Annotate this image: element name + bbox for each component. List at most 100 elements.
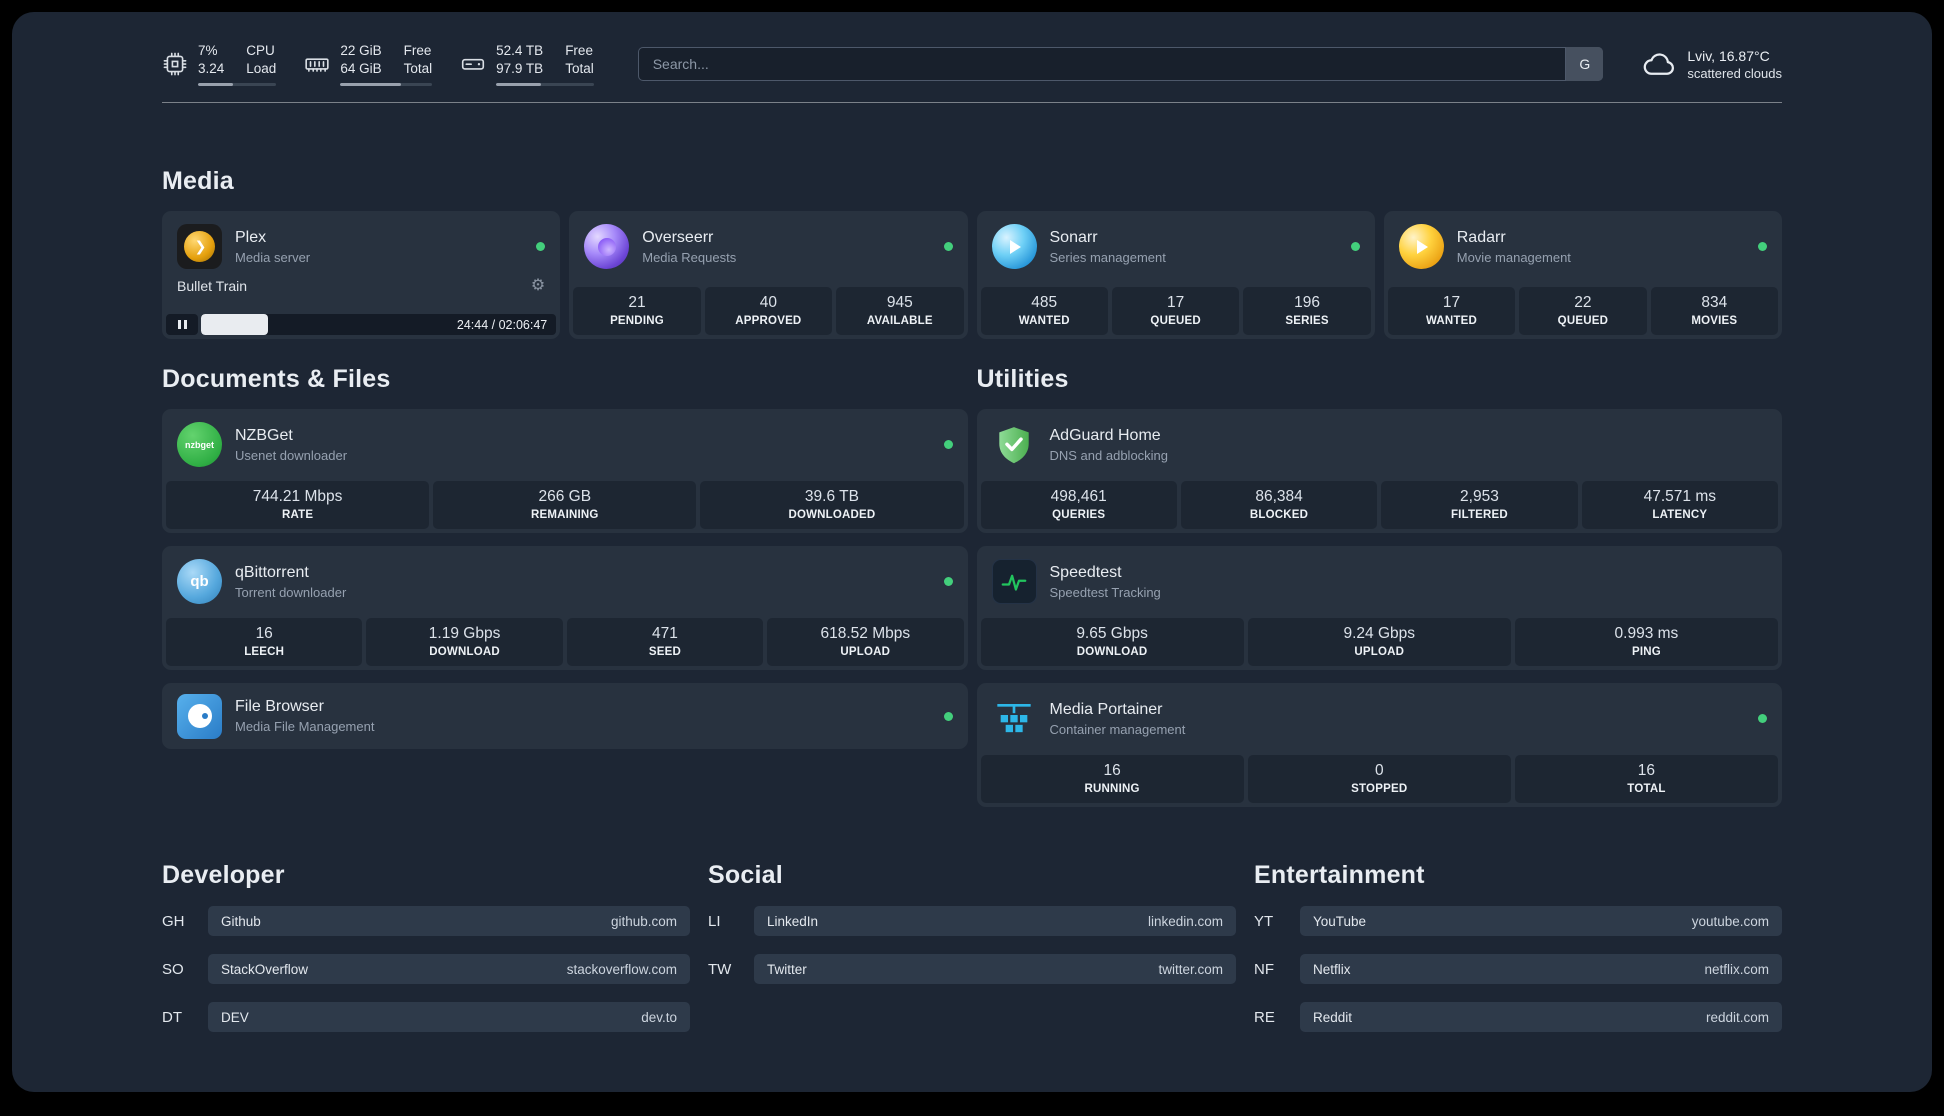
bookmark-twitter: TW Twitter twitter.com <box>708 954 1236 985</box>
stat-latency: 47.571 ms LATENCY <box>1581 481 1778 530</box>
bookmark-abbr: DT <box>162 1008 182 1026</box>
stat-blocked: 86,384 BLOCKED <box>1180 481 1378 530</box>
service-name: Sonarr <box>1049 228 1098 246</box>
overseerr-icon <box>584 224 630 270</box>
top-bar: 7% 3.24 CPU Load 22 GiB 64 GiB Free Tota… <box>162 12 1782 87</box>
section-title-media: Media <box>162 167 234 196</box>
service-description: Media server <box>235 249 311 265</box>
bookmark-link-reddit[interactable]: Reddit reddit.com <box>1300 1002 1782 1033</box>
documents-column: Documents & Files nzbget NZBGet Usenet d… <box>162 365 968 807</box>
filebrowser-icon <box>177 693 222 739</box>
stat-wanted: 485 WANTED <box>980 287 1108 336</box>
service-card-sonarr[interactable]: Sonarr Series management 485 WANTED 17 Q… <box>976 211 1375 340</box>
media-grid: ❯ Plex Media server Bullet Train ⚙ 24:44… <box>162 211 1782 340</box>
search-provider-button[interactable]: G <box>1565 47 1604 82</box>
stat-queued: 22 QUEUED <box>1519 287 1647 336</box>
service-description: Torrent downloader <box>235 584 347 600</box>
bookmark-link-github[interactable]: Github github.com <box>208 906 690 937</box>
status-dot <box>943 711 953 721</box>
stat-movies: 834 MOVIES <box>1650 287 1779 336</box>
service-card-overseerr[interactable]: Overseerr Media Requests 21 PENDING 40 A… <box>569 211 968 340</box>
disk-drive-icon <box>460 51 486 77</box>
bookmark-reddit: RE Reddit reddit.com <box>1254 1002 1782 1033</box>
gear-icon[interactable]: ⚙ <box>531 278 545 294</box>
bookmark-abbr: NF <box>1254 960 1274 978</box>
stat-upload: 618.52 Mbps UPLOAD <box>767 618 964 667</box>
plex-icon: ❯ <box>177 224 222 270</box>
service-card-portainer[interactable]: Media Portainer Container management 16 … <box>976 683 1782 808</box>
section-title-social: Social <box>708 861 783 890</box>
stat-download: 9.65 Gbps DOWNLOAD <box>980 618 1244 667</box>
stat-queued: 17 QUEUED <box>1111 287 1240 336</box>
service-name: qBittorrent <box>235 563 309 581</box>
service-card-plex[interactable]: ❯ Plex Media server Bullet Train ⚙ 24:44… <box>162 211 561 340</box>
stat-pending: 21 PENDING <box>573 287 701 336</box>
weather-widget: Lviv, 16.87°C scattered clouds <box>1641 46 1782 82</box>
service-card-radarr[interactable]: Radarr Movie management 17 WANTED 22 QUE… <box>1383 211 1782 340</box>
developer-column: Developer GH Github github.com SO StackO… <box>162 861 690 1033</box>
status-dot <box>943 577 953 587</box>
memory-usage-bar <box>340 83 433 87</box>
stat-remaining: 266 GB REMAINING <box>433 481 697 530</box>
bookmark-link-twitter[interactable]: Twitter twitter.com <box>754 954 1236 985</box>
bookmark-abbr: GH <box>162 912 185 930</box>
resource-widgets: 7% 3.24 CPU Load 22 GiB 64 GiB Free Tota… <box>162 42 594 87</box>
memory-total-value: 64 GiB <box>340 61 382 77</box>
search-input[interactable] <box>637 47 1604 82</box>
weather-location: Lviv, 16.87°C <box>1687 47 1770 64</box>
weather-condition: scattered clouds <box>1687 65 1782 81</box>
service-description: Movie management <box>1456 249 1571 265</box>
now-playing-title: Bullet Train <box>177 278 248 295</box>
nzbget-icon: nzbget <box>177 422 222 468</box>
section-title-developer: Developer <box>162 861 285 890</box>
service-name: NZBGet <box>235 426 293 444</box>
stat-approved: 40 APPROVED <box>704 287 833 336</box>
stat-upload: 9.24 Gbps UPLOAD <box>1247 618 1511 667</box>
bookmark-link-stackoverflow[interactable]: StackOverflow stackoverflow.com <box>208 954 690 985</box>
bookmark-abbr: LI <box>708 912 721 930</box>
bookmark-linkedin: LI LinkedIn linkedin.com <box>708 906 1236 937</box>
stat-available: 945 AVAILABLE <box>836 287 964 336</box>
status-dot <box>1350 242 1360 252</box>
service-description: Speedtest Tracking <box>1049 584 1161 600</box>
bookmark-link-youtube[interactable]: YouTube youtube.com <box>1300 906 1782 937</box>
section-title-utilities: Utilities <box>976 365 1069 394</box>
service-card-speedtest[interactable]: Speedtest Speedtest Tracking 9.65 Gbps D… <box>976 546 1782 671</box>
service-card-filebrowser[interactable]: File Browser Media File Management <box>162 683 968 750</box>
cpu-chip-icon <box>162 51 188 77</box>
speedtest-icon <box>991 559 1037 605</box>
stat-series: 196 SERIES <box>1243 287 1371 336</box>
stat-seed: 471 SEED <box>566 618 764 667</box>
stat-rate: 744.21 Mbps RATE <box>166 481 430 530</box>
cpu-load-value: 3.24 <box>198 61 225 77</box>
sonarr-icon <box>991 224 1037 270</box>
cpu-widget: 7% 3.24 CPU Load <box>162 42 277 87</box>
service-card-qbittorrent[interactable]: qb qBittorrent Torrent downloader 16 LEE… <box>162 546 968 671</box>
section-title-entertainment: Entertainment <box>1254 861 1425 890</box>
disk-total-label: Total <box>565 61 594 77</box>
service-card-adguard[interactable]: AdGuard Home DNS and adblocking 498,461 … <box>976 409 1782 534</box>
disk-free-value: 52.4 TB <box>496 43 544 58</box>
cpu-usage-value: 7% <box>198 43 218 58</box>
entertainment-column: Entertainment YT YouTube youtube.com NF … <box>1254 861 1782 1033</box>
service-name: Speedtest <box>1049 563 1122 581</box>
topbar-divider <box>162 102 1782 104</box>
stat-running: 16 RUNNING <box>980 755 1244 804</box>
service-description: Series management <box>1049 249 1166 265</box>
service-card-nzbget[interactable]: nzbget NZBGet Usenet downloader 744.21 M… <box>162 409 968 534</box>
service-name: AdGuard Home <box>1049 426 1161 444</box>
bookmark-link-netflix[interactable]: Netflix netflix.com <box>1300 954 1782 985</box>
pause-button[interactable] <box>166 314 198 336</box>
bookmark-youtube: YT YouTube youtube.com <box>1254 906 1782 937</box>
social-column: Social LI LinkedIn linkedin.com TW Twitt… <box>708 861 1236 1032</box>
bookmark-netflix: NF Netflix netflix.com <box>1254 954 1782 985</box>
service-description: Usenet downloader <box>235 447 348 463</box>
status-dot <box>1758 714 1767 724</box>
disk-usage-bar <box>496 83 594 87</box>
playback-progress-bar: 24:44 / 02:06:47 <box>201 314 557 336</box>
cpu-load-label: Load <box>246 61 277 77</box>
bookmark-link-linkedin[interactable]: LinkedIn linkedin.com <box>754 906 1236 937</box>
bookmark-link-dev[interactable]: DEV dev.to <box>208 1002 690 1033</box>
bookmark-abbr: TW <box>708 960 732 978</box>
stat-downloaded: 39.6 TB DOWNLOADED <box>700 481 964 530</box>
